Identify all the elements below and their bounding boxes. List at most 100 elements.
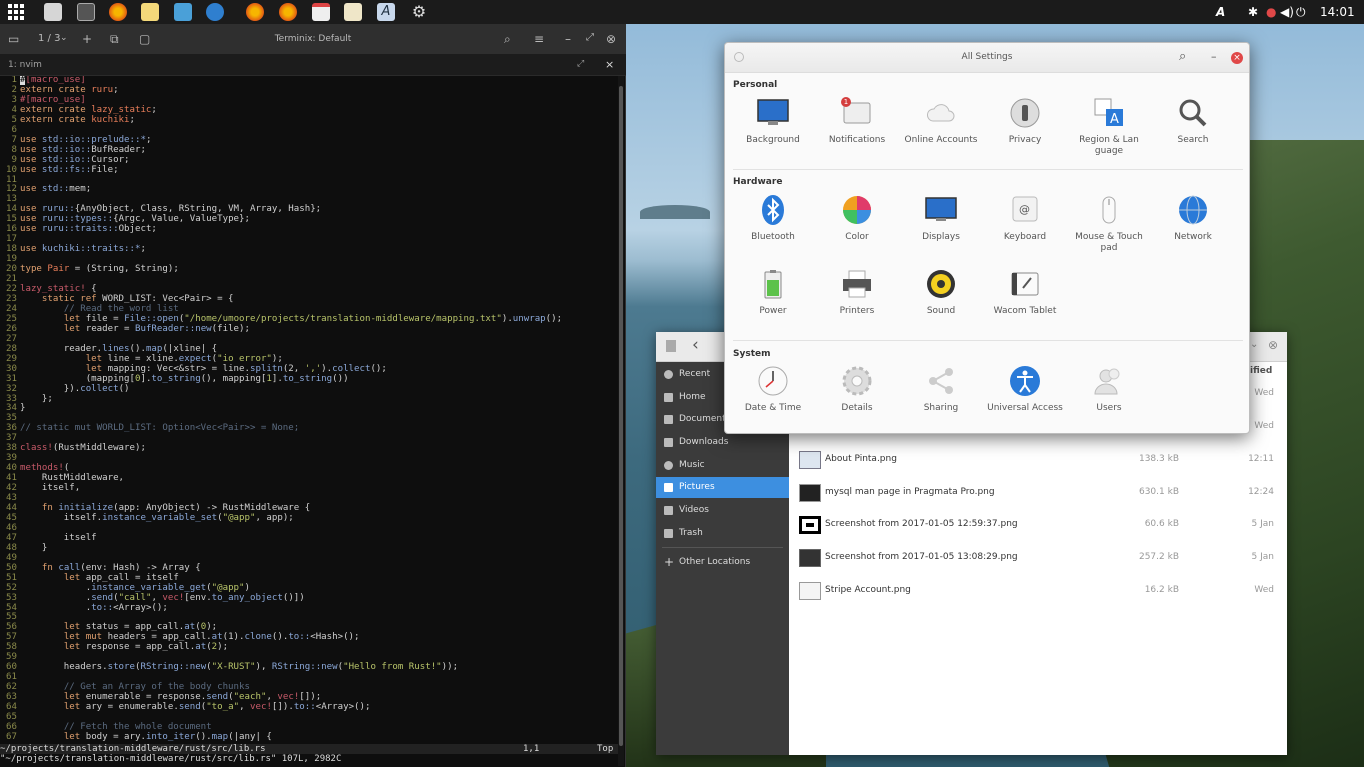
- close-icon[interactable]: ×: [1231, 52, 1243, 64]
- close-icon[interactable]: ⊗: [606, 32, 616, 46]
- setting-region-language[interactable]: A Region & Lan guage: [1067, 97, 1151, 157]
- setting-displays[interactable]: Displays: [899, 194, 983, 243]
- firefox-icon[interactable]: [109, 3, 127, 21]
- setting-mouse-touchpad[interactable]: Mouse & Touch pad: [1067, 194, 1151, 254]
- setting-sound[interactable]: Sound: [899, 268, 983, 317]
- file-row[interactable]: About Pinta.png 138.3 kB 12:11: [789, 443, 1287, 476]
- setting-notifications[interactable]: 1 Notifications: [815, 97, 899, 146]
- notification-icon[interactable]: ●: [1266, 4, 1276, 20]
- setting-online-accounts[interactable]: Online Accounts: [899, 97, 983, 146]
- calendar-icon[interactable]: [312, 3, 330, 21]
- maximize-pane-icon[interactable]: ⤢: [577, 59, 584, 69]
- setting-label: Wacom Tablet: [993, 306, 1057, 316]
- setting-label: Color: [845, 232, 869, 242]
- file-name: Screenshot from 2017-01-05 12:59:37.png: [825, 519, 1018, 529]
- sidebar-label: Downloads: [679, 437, 729, 447]
- store-icon[interactable]: [174, 3, 192, 21]
- search-icon[interactable]: ⌕: [1179, 49, 1186, 64]
- sidebar-item-videos[interactable]: Videos: [656, 500, 789, 521]
- fonts-tray-icon[interactable]: A: [1216, 4, 1225, 20]
- editor-icon[interactable]: [344, 3, 362, 21]
- terminal-icon[interactable]: [77, 3, 95, 21]
- setting-keyboard[interactable]: @ Keyboard: [983, 194, 1067, 243]
- file-date: 5 Jan: [1251, 519, 1274, 529]
- setting-label: Universal Access: [987, 403, 1063, 413]
- fonts-icon[interactable]: A: [377, 3, 395, 21]
- setting-users[interactable]: Users: [1067, 365, 1151, 414]
- file-row[interactable]: Screenshot from 2017-01-05 13:08:29.png 2…: [789, 541, 1287, 574]
- file-row[interactable]: Stripe Account.png 16.2 kB Wed: [789, 574, 1287, 607]
- search-icon: [1179, 99, 1207, 127]
- scrollbar-thumb[interactable]: [619, 86, 623, 746]
- clock[interactable]: 14:01: [1320, 4, 1355, 20]
- setting-label: Keyboard: [1003, 232, 1047, 242]
- file-row[interactable]: mysql man page in Pragmata Pro.png 630.1 …: [789, 476, 1287, 509]
- tor-icon[interactable]: [206, 3, 224, 21]
- setting-sharing[interactable]: Sharing: [899, 365, 983, 414]
- setting-date-time[interactable]: Date & Time: [731, 365, 815, 414]
- app-grid-icon[interactable]: [8, 4, 24, 20]
- sidebar-item-pictures[interactable]: Pictures: [656, 477, 789, 498]
- sidebar-item-music[interactable]: Music: [656, 455, 789, 476]
- file-date: 5 Jan: [1251, 552, 1274, 562]
- download-icon: [664, 438, 673, 447]
- image-thumbnail: [799, 451, 821, 469]
- setting-background[interactable]: Background: [731, 97, 815, 146]
- minimize-icon[interactable]: –: [565, 32, 571, 46]
- setting-power[interactable]: Power: [731, 268, 815, 317]
- settings-icon[interactable]: ⚙: [410, 3, 428, 21]
- sidebar-item-downloads[interactable]: Downloads: [656, 432, 789, 453]
- firefox-icon[interactable]: [279, 3, 297, 21]
- sidebar-label: Trash: [679, 528, 703, 538]
- setting-label: Notifications: [828, 135, 886, 145]
- minimize-icon[interactable]: –: [1211, 50, 1217, 63]
- notes-icon[interactable]: [141, 3, 159, 21]
- gear-icon: [842, 366, 872, 396]
- file-row[interactable]: Screenshot from 2017-01-05 12:59:37.png 6…: [789, 508, 1287, 541]
- power-icon[interactable]: ⏻: [1296, 4, 1306, 20]
- close-icon[interactable]: ⊗: [1268, 338, 1278, 352]
- setting-bluetooth[interactable]: Bluetooth: [731, 194, 815, 243]
- setting-network[interactable]: Network: [1151, 194, 1235, 243]
- setting-printers[interactable]: Printers: [815, 268, 899, 317]
- maximize-icon[interactable]: ⤢: [586, 32, 594, 43]
- bluetooth-icon[interactable]: ✱: [1248, 4, 1258, 20]
- status-cursor-position: 1,1: [523, 744, 540, 754]
- color-wheel-icon: [843, 196, 871, 224]
- search-icon[interactable]: ⌕: [504, 32, 511, 47]
- code-editor[interactable]: 1 #[macro_use] 2 extern crate ruru; 3 #[mac…: [0, 76, 618, 745]
- setting-label: Bluetooth: [751, 232, 795, 242]
- setting-privacy[interactable]: Privacy: [983, 97, 1067, 146]
- terminal-scrollbar[interactable]: [618, 76, 624, 766]
- speaker-icon: [927, 270, 955, 298]
- vim-status-line: ~/projects/translation-middleware/rust/s…: [0, 744, 618, 754]
- image-thumbnail: [799, 582, 821, 600]
- tablet-icon: [1011, 272, 1039, 296]
- setting-wacom-tablet[interactable]: Wacom Tablet: [983, 268, 1067, 317]
- hamburger-menu-icon[interactable]: ≡: [534, 32, 544, 46]
- chevron-down-icon[interactable]: ⌄: [1250, 339, 1258, 350]
- setting-universal-access[interactable]: Universal Access: [983, 365, 1067, 414]
- setting-color[interactable]: Color: [815, 194, 899, 243]
- tab-nvim[interactable]: 1: nvim: [8, 60, 42, 70]
- setting-search[interactable]: Search: [1151, 97, 1235, 146]
- setting-details[interactable]: Details: [815, 365, 899, 414]
- firefox-icon[interactable]: [246, 3, 264, 21]
- setting-label: Users: [1096, 403, 1122, 413]
- sidebar-item-other-locations[interactable]: + Other Locations: [656, 552, 789, 573]
- printer-icon: [843, 270, 871, 298]
- settings-header: All Settings ⌕ – ×: [725, 43, 1249, 73]
- sidebar-item-trash[interactable]: Trash: [656, 523, 789, 544]
- share-icon: [929, 368, 953, 394]
- file-size: 630.1 kB: [1138, 487, 1179, 497]
- file-size: 257.2 kB: [1138, 552, 1179, 562]
- notification-badge: 1: [841, 97, 851, 107]
- close-pane-icon[interactable]: ×: [605, 58, 614, 71]
- terminal-title: Terminix: Default: [274, 34, 352, 44]
- cloud-icon: [927, 104, 955, 122]
- files-icon[interactable]: [44, 3, 62, 21]
- column-header-modified[interactable]: ified: [1250, 366, 1272, 376]
- back-icon[interactable]: ‹: [692, 335, 699, 355]
- terminal-window: ▭ 1 / 3 ⌄ + ⧉ ▢ Terminix: Default ⌕ ≡ – …: [0, 24, 626, 767]
- volume-icon[interactable]: ◀): [1280, 4, 1294, 20]
